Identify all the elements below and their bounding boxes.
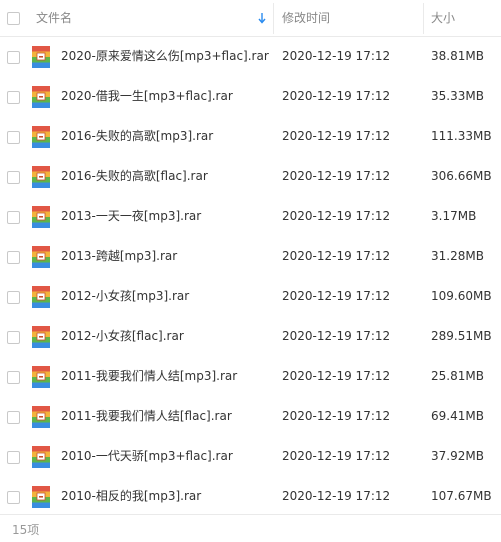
file-name[interactable]: 2013-一天一夜[mp3].rar (61, 209, 201, 224)
file-modified-time: 2020-12-19 17:12 (282, 49, 391, 63)
file-name[interactable]: 2020-借我一生[mp3+flac].rar (61, 89, 233, 104)
row-checkbox[interactable] (7, 371, 20, 384)
archive-file-icon (32, 446, 50, 468)
archive-file-icon (32, 326, 50, 348)
row-checkbox[interactable] (7, 211, 20, 224)
row-checkbox[interactable] (7, 291, 20, 304)
file-modified-time: 2020-12-19 17:12 (282, 169, 391, 183)
row-checkbox[interactable] (7, 91, 20, 104)
archive-file-icon (32, 246, 50, 268)
table-row[interactable]: 2010-相反的我[mp3].rar 2020-12-19 17:12 107.… (0, 477, 501, 517)
file-modified-time: 2020-12-19 17:12 (282, 289, 391, 303)
archive-file-icon (32, 286, 50, 308)
table-row[interactable]: 2020-借我一生[mp3+flac].rar 2020-12-19 17:12… (0, 77, 501, 117)
file-size: 31.28MB (431, 249, 484, 263)
file-size: 109.60MB (431, 289, 492, 303)
file-modified-time: 2020-12-19 17:12 (282, 249, 391, 263)
archive-file-icon (32, 166, 50, 188)
file-size: 69.41MB (431, 409, 484, 423)
file-name[interactable]: 2011-我要我们情人结[flac].rar (61, 409, 232, 424)
file-size: 37.92MB (431, 449, 484, 463)
row-checkbox[interactable] (7, 331, 20, 344)
table-row[interactable]: 2011-我要我们情人结[flac].rar 2020-12-19 17:12 … (0, 397, 501, 437)
list-footer: 15项 (0, 514, 501, 542)
table-row[interactable]: 2013-一天一夜[mp3].rar 2020-12-19 17:12 3.17… (0, 197, 501, 237)
file-list: 文件名 修改时间 大小 2020-原来爱情这么伤[mp3+flac].rar 2… (0, 0, 501, 542)
archive-file-icon (32, 126, 50, 148)
archive-file-icon (32, 46, 50, 68)
column-header-size[interactable]: 大小 (431, 11, 455, 25)
column-header-time[interactable]: 修改时间 (282, 11, 330, 25)
file-size: 289.51MB (431, 329, 492, 343)
file-size: 35.33MB (431, 89, 484, 103)
file-name[interactable]: 2016-失败的高歌[flac].rar (61, 169, 208, 184)
table-row[interactable]: 2010-一代天骄[mp3+flac].rar 2020-12-19 17:12… (0, 437, 501, 477)
sort-down-icon[interactable] (257, 11, 267, 25)
table-row[interactable]: 2013-跨越[mp3].rar 2020-12-19 17:12 31.28M… (0, 237, 501, 277)
file-name[interactable]: 2012-小女孩[mp3].rar (61, 289, 189, 304)
file-name[interactable]: 2010-一代天骄[mp3+flac].rar (61, 449, 233, 464)
select-all-checkbox[interactable] (7, 12, 20, 25)
file-size: 25.81MB (431, 369, 484, 383)
column-divider[interactable] (273, 3, 274, 34)
column-divider[interactable] (423, 3, 424, 34)
archive-file-icon (32, 366, 50, 388)
table-row[interactable]: 2016-失败的高歌[flac].rar 2020-12-19 17:12 30… (0, 157, 501, 197)
file-name[interactable]: 2016-失败的高歌[mp3].rar (61, 129, 213, 144)
archive-file-icon (32, 486, 50, 508)
file-size: 3.17MB (431, 209, 477, 223)
file-modified-time: 2020-12-19 17:12 (282, 449, 391, 463)
table-row[interactable]: 2012-小女孩[mp3].rar 2020-12-19 17:12 109.6… (0, 277, 501, 317)
file-size: 306.66MB (431, 169, 492, 183)
file-modified-time: 2020-12-19 17:12 (282, 89, 391, 103)
file-modified-time: 2020-12-19 17:12 (282, 369, 391, 383)
file-name[interactable]: 2020-原来爱情这么伤[mp3+flac].rar (61, 49, 269, 64)
row-checkbox[interactable] (7, 411, 20, 424)
row-checkbox[interactable] (7, 251, 20, 264)
file-name[interactable]: 2010-相反的我[mp3].rar (61, 489, 201, 504)
file-modified-time: 2020-12-19 17:12 (282, 489, 391, 503)
archive-file-icon (32, 206, 50, 228)
file-modified-time: 2020-12-19 17:12 (282, 129, 391, 143)
table-header: 文件名 修改时间 大小 (0, 0, 501, 37)
item-count: 15项 (12, 523, 40, 537)
table-row[interactable]: 2011-我要我们情人结[mp3].rar 2020-12-19 17:12 2… (0, 357, 501, 397)
row-checkbox[interactable] (7, 451, 20, 464)
file-name[interactable]: 2011-我要我们情人结[mp3].rar (61, 369, 237, 384)
table-row[interactable]: 2012-小女孩[flac].rar 2020-12-19 17:12 289.… (0, 317, 501, 357)
file-modified-time: 2020-12-19 17:12 (282, 329, 391, 343)
column-header-name[interactable]: 文件名 (36, 11, 72, 25)
archive-file-icon (32, 406, 50, 428)
table-row[interactable]: 2020-原来爱情这么伤[mp3+flac].rar 2020-12-19 17… (0, 37, 501, 77)
file-modified-time: 2020-12-19 17:12 (282, 209, 391, 223)
file-size: 38.81MB (431, 49, 484, 63)
row-checkbox[interactable] (7, 491, 20, 504)
row-checkbox[interactable] (7, 171, 20, 184)
file-name[interactable]: 2012-小女孩[flac].rar (61, 329, 184, 344)
table-row[interactable]: 2016-失败的高歌[mp3].rar 2020-12-19 17:12 111… (0, 117, 501, 157)
row-checkbox[interactable] (7, 51, 20, 64)
file-size: 107.67MB (431, 489, 492, 503)
row-checkbox[interactable] (7, 131, 20, 144)
file-name[interactable]: 2013-跨越[mp3].rar (61, 249, 177, 264)
file-modified-time: 2020-12-19 17:12 (282, 409, 391, 423)
archive-file-icon (32, 86, 50, 108)
file-size: 111.33MB (431, 129, 492, 143)
